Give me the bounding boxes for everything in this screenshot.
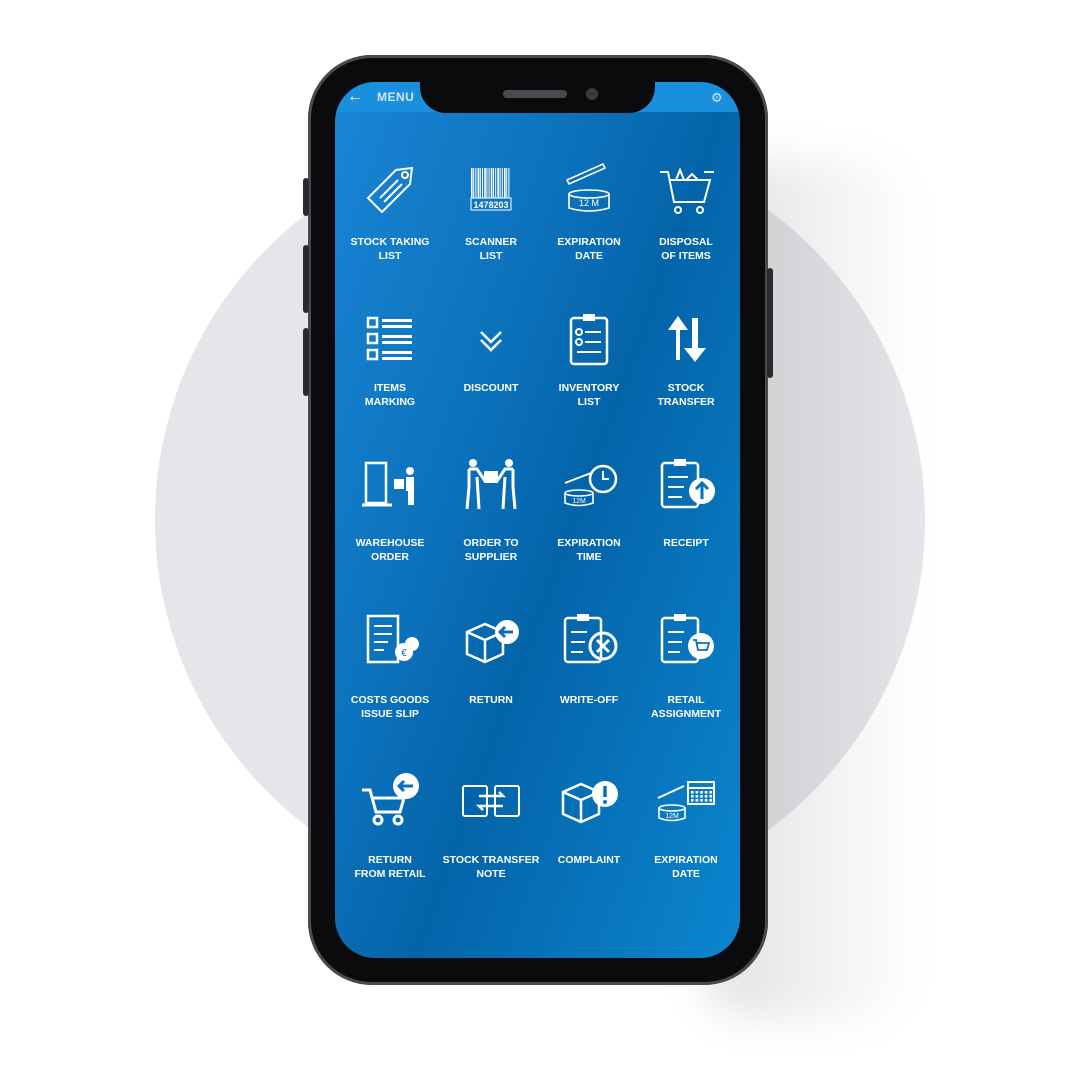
menu-tile-label[interactable]: STOCK TAKING LIST — [338, 236, 442, 263]
document-euro-icon[interactable]: € — [338, 608, 442, 672]
volume-up-button — [303, 245, 309, 313]
speaker — [503, 90, 567, 98]
box-return-icon[interactable] — [439, 608, 543, 672]
cart-return-icon[interactable] — [338, 768, 442, 832]
warehouse-person-icon[interactable] — [338, 453, 442, 517]
clipboard-x-icon[interactable] — [537, 608, 641, 672]
cart-icon[interactable] — [634, 158, 738, 222]
jar-clock-icon[interactable]: 12M — [537, 453, 641, 517]
menu-tile-label[interactable]: EXPIRATION DATE — [634, 854, 738, 881]
clipboard-check-icon[interactable] — [537, 308, 641, 372]
checklist-icon[interactable] — [338, 308, 442, 372]
open-jar-icon[interactable]: 12 M — [537, 158, 641, 222]
jar-calendar-icon[interactable]: 12M — [634, 768, 738, 832]
menu-tile-label[interactable]: STOCK TRANSFER — [634, 382, 738, 409]
arrow-left-icon[interactable]: ← — [347, 88, 363, 106]
svg-text:12M: 12M — [572, 498, 586, 505]
mute-button — [303, 178, 309, 216]
clipboard-swap-icon[interactable] — [439, 768, 543, 832]
svg-text:1478203: 1478203 — [473, 200, 508, 210]
handover-icon[interactable] — [439, 453, 543, 517]
power-button — [767, 268, 773, 378]
menu-tile-label[interactable]: INVENTORY LIST — [537, 382, 641, 409]
up-down-arrows-icon[interactable] — [634, 308, 738, 372]
clipboard-upload-icon[interactable] — [634, 453, 738, 517]
menu-tile-label[interactable]: WAREHOUSE ORDER — [338, 537, 442, 564]
camera — [586, 88, 598, 100]
svg-text:12 M: 12 M — [579, 198, 599, 208]
menu-tile-label[interactable]: WRITE-OFF — [537, 694, 641, 708]
menu-tile-label[interactable]: DISPOSAL OF ITEMS — [634, 236, 738, 263]
box-alert-icon[interactable] — [537, 768, 641, 832]
menu-tile-label[interactable]: RETURN — [439, 694, 543, 708]
gear-icon[interactable]: ⚙ — [711, 90, 723, 106]
menu-tile-label[interactable]: EXPIRATION TIME — [537, 537, 641, 564]
menu-tile-label[interactable]: EXPIRATION DATE — [537, 236, 641, 263]
double-chevron-down-icon[interactable] — [439, 308, 543, 372]
menu-tile-label[interactable]: RETURN FROM RETAIL — [338, 854, 442, 881]
menu-tile-label[interactable]: DISCOUNT — [439, 382, 543, 396]
svg-text:€: € — [401, 648, 407, 659]
menu-tile-label[interactable]: ORDER TO SUPPLIER — [439, 537, 543, 564]
menu-tile-label[interactable]: RECEIPT — [634, 537, 738, 551]
tag-icon[interactable] — [338, 158, 442, 222]
volume-down-button — [303, 328, 309, 396]
menu-title: MENU — [377, 90, 415, 104]
clipboard-cart-icon[interactable] — [634, 608, 738, 672]
svg-text:12M: 12M — [665, 813, 679, 820]
barcode-icon[interactable]: 1478203 — [439, 158, 543, 222]
menu-tile-label[interactable]: ITEMS MARKING — [338, 382, 442, 409]
menu-tile-label[interactable]: STOCK TRANSFER NOTE — [439, 854, 543, 881]
menu-tile-label[interactable]: RETAIL ASSIGNMENT — [634, 694, 738, 721]
menu-tile-label[interactable]: SCANNER LIST — [439, 236, 543, 263]
menu-tile-label[interactable]: COSTS GOODS ISSUE SLIP — [338, 694, 442, 721]
menu-tile-label[interactable]: COMPLAINT — [537, 854, 641, 868]
